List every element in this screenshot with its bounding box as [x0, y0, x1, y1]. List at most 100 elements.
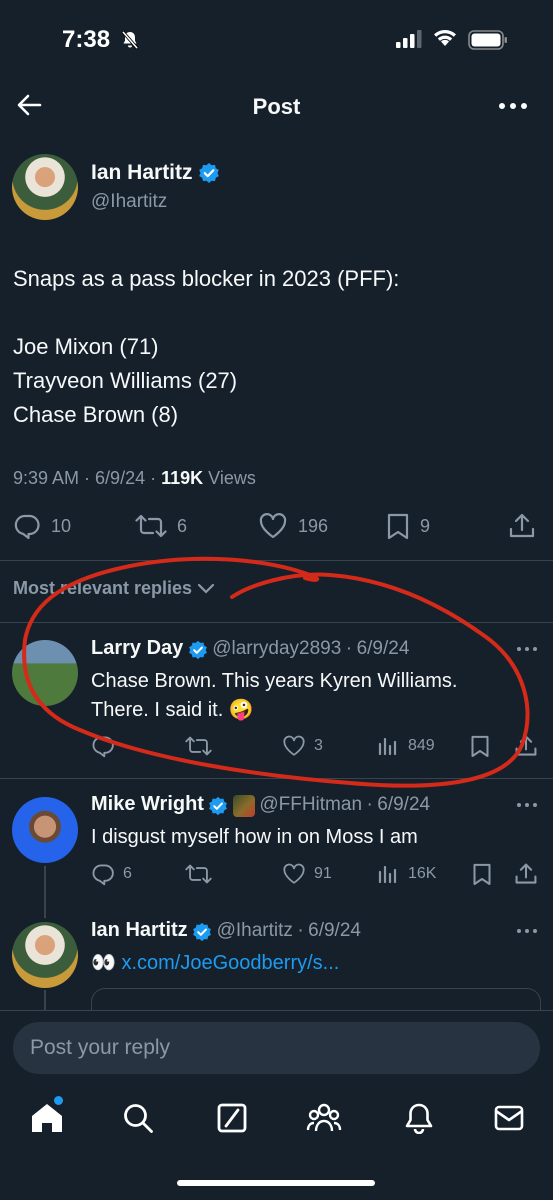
bookmark-icon: [387, 513, 409, 540]
reply-button[interactable]: 6: [91, 862, 132, 886]
home-icon[interactable]: [30, 1102, 64, 1134]
reply-avatar[interactable]: [12, 797, 78, 863]
like-button[interactable]: 3: [282, 734, 323, 758]
search-icon[interactable]: [122, 1102, 154, 1134]
verified-badge-icon: [209, 796, 228, 815]
author-name[interactable]: Ian Hartitz: [91, 161, 193, 184]
repost-button[interactable]: [185, 862, 212, 886]
more-horizontal-icon[interactable]: [516, 800, 538, 810]
views-label: Views: [208, 468, 256, 488]
chevron-down-icon: [197, 584, 215, 594]
post-time: 9:39 AM: [13, 468, 80, 488]
bookmark-button[interactable]: [472, 862, 492, 886]
reply-input[interactable]: [13, 1022, 540, 1074]
page-title: Post: [252, 94, 301, 119]
share-icon: [515, 863, 537, 884]
bookmark-count: 9: [420, 515, 431, 536]
post-body: Snaps as a pass blocker in 2023 (PFF): J…: [13, 262, 399, 432]
divider: [0, 560, 553, 561]
communities-icon[interactable]: [306, 1102, 342, 1134]
grok-icon[interactable]: [216, 1102, 248, 1134]
like-count: 91: [314, 865, 332, 882]
reply-header: Ian Hartitz @Ihartitz · 6/9/24: [91, 919, 361, 942]
views-count: 119K: [161, 468, 204, 488]
analytics-icon: [378, 865, 397, 884]
like-count: 196: [298, 515, 329, 536]
views-button[interactable]: 16K: [376, 862, 436, 886]
repost-button[interactable]: [185, 734, 212, 758]
divider: [0, 778, 553, 779]
more-horizontal-icon[interactable]: [516, 644, 538, 654]
heart-icon: [283, 863, 305, 884]
replies-sort-label: Most relevant replies: [13, 578, 193, 598]
author-name-row[interactable]: Ian Hartitz: [91, 161, 220, 185]
repost-icon: [185, 864, 212, 884]
notifications-icon[interactable]: [404, 1102, 434, 1134]
reply-button[interactable]: [91, 734, 115, 758]
battery-icon: [468, 30, 507, 50]
reply-count: 6: [123, 865, 132, 882]
reply-header: Larry Day @larryday2893 · 6/9/24: [91, 637, 409, 660]
bookmark-icon: [473, 863, 491, 885]
reply-date: 6/9/24: [308, 920, 361, 941]
replies-sort-dropdown[interactable]: Most relevant replies: [13, 578, 215, 599]
repost-icon: [185, 736, 212, 756]
author-avatar[interactable]: [12, 154, 78, 220]
more-horizontal-icon[interactable]: [498, 96, 528, 116]
bookmark-icon: [471, 735, 489, 757]
like-button[interactable]: 196: [258, 512, 328, 540]
share-button[interactable]: [514, 862, 538, 886]
reply-text: Chase Brown. This years Kyren Williams. …: [91, 667, 457, 725]
repost-button[interactable]: 6: [135, 512, 187, 540]
post-line: [13, 296, 399, 330]
bookmark-button[interactable]: [470, 734, 490, 758]
reply-author-name[interactable]: Ian Hartitz: [91, 919, 188, 941]
views-count: 849: [408, 737, 435, 754]
repost-icon: [135, 514, 167, 538]
post-line: Snaps as a pass blocker in 2023 (PFF):: [13, 266, 400, 291]
messages-icon[interactable]: [494, 1102, 524, 1134]
reply-dot: ·: [366, 794, 373, 815]
reply-dot: ·: [297, 920, 304, 941]
share-icon: [515, 735, 537, 756]
views-button[interactable]: 849: [376, 734, 435, 758]
share-icon: [509, 513, 535, 538]
share-button[interactable]: [508, 512, 536, 540]
bell-slash-icon: [121, 30, 139, 50]
author-handle[interactable]: @Ihartitz: [91, 191, 167, 213]
divider: [0, 622, 553, 623]
reply-header: Mike Wright @FFHitman · 6/9/24: [91, 793, 430, 817]
wifi-icon: [434, 30, 456, 46]
heart-icon: [283, 735, 305, 756]
reply-author-handle[interactable]: @larryday2893: [212, 638, 341, 659]
reply-text: I disgust myself how in on Moss I am: [91, 826, 418, 848]
reply-author-name[interactable]: Larry Day: [91, 637, 183, 659]
like-button[interactable]: 91: [282, 862, 332, 886]
status-time: 7:38: [62, 26, 111, 53]
share-button[interactable]: [514, 734, 538, 758]
bookmark-button[interactable]: 9: [386, 512, 430, 540]
reply-author-name[interactable]: Mike Wright: [91, 793, 204, 815]
verified-badge-icon: [193, 922, 212, 941]
home-notification-dot: [54, 1096, 63, 1105]
post-line: Joe Mixon (71): [13, 334, 159, 359]
more-horizontal-icon[interactable]: [516, 926, 538, 936]
post-date: 6/9/24: [95, 468, 146, 488]
reply-icon: [92, 736, 114, 758]
reply-icon: [92, 864, 114, 886]
verified-badge-icon: [199, 163, 220, 184]
reply-avatar[interactable]: [12, 640, 78, 706]
reply-author-handle[interactable]: @Ihartitz: [217, 920, 293, 941]
eyes-emoji: 👀: [91, 952, 116, 974]
reply-author-handle[interactable]: @FFHitman: [259, 794, 362, 815]
reply-icon: [14, 514, 40, 540]
reply-text-line: Chase Brown. This years Kyren Williams.: [91, 670, 458, 692]
post-meta: 9:39 AM · 6/9/24 · 119K Views: [13, 468, 256, 488]
heart-icon: [259, 513, 287, 539]
reply-link[interactable]: x.com/JoeGoodberry/s...: [121, 952, 339, 974]
post-actions: 10 6 196 9: [0, 512, 553, 544]
reply-button[interactable]: 10: [13, 512, 71, 540]
affiliate-badge-icon: [232, 794, 255, 817]
verified-badge-icon: [188, 640, 207, 659]
reply-avatar[interactable]: [12, 922, 78, 988]
